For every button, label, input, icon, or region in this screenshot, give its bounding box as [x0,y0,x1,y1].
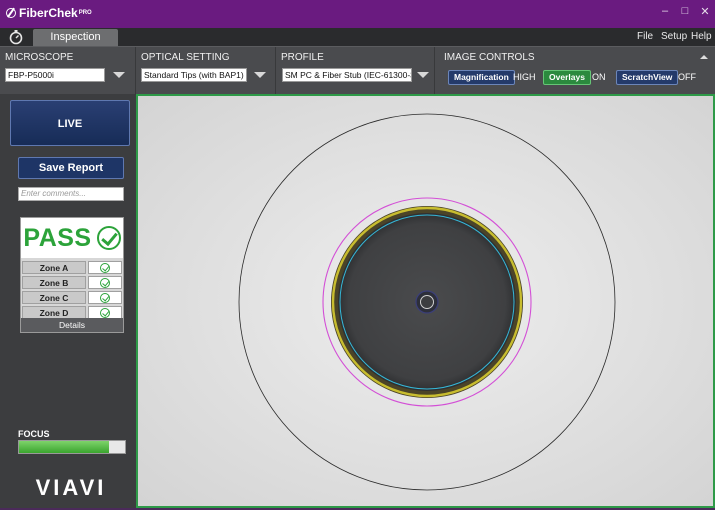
fiber-image-viewer[interactable] [136,94,715,508]
zone-status [88,276,122,289]
app-name: FiberChek [19,6,78,20]
fiber-endface-image [138,96,713,506]
menu-setup[interactable]: Setup [661,31,687,42]
scratchview-state: OFF [678,72,696,82]
check-circle-icon [100,278,110,288]
title-bar: FiberChek PRO – □ ✕ [0,0,715,28]
viavi-logo: VIAVI [35,475,107,500]
pass-result: PASS [21,218,123,258]
tab-bar: Inspection File Setup Help [0,28,715,46]
check-circle-icon [96,226,121,250]
tab-inspection[interactable]: Inspection [33,29,118,46]
image-controls-section: IMAGE CONTROLS Magnification HIGH Overla… [435,47,715,95]
details-button[interactable]: Details [21,318,123,332]
app-superscript: PRO [78,10,92,16]
pass-label: PASS [23,223,92,252]
microscope-title: MICROSCOPE [5,52,74,63]
check-circle-icon [100,293,110,303]
comments-field[interactable]: Enter comments... [18,187,124,201]
settings-bar: MICROSCOPE FBP-P5000i OPTICAL SETTING St… [0,46,715,95]
zone-label: Zone A [22,261,86,274]
optical-title: OPTICAL SETTING [141,52,230,63]
optical-select[interactable]: Standard Tips (with BAP1) [141,68,247,82]
left-panel: LIVE Save Report Enter comments... PASS … [8,97,132,507]
chevron-down-icon[interactable] [254,72,266,78]
fiber-core [420,295,434,309]
zone-status [88,261,122,274]
live-button[interactable]: LIVE [10,100,130,146]
focus-meter [18,440,126,454]
optical-section: OPTICAL SETTING Standard Tips (with BAP1… [136,47,276,95]
profile-title: PROFILE [281,52,324,63]
save-report-button[interactable]: Save Report [18,157,124,179]
focus-meter-fill [19,441,109,453]
maximize-button[interactable]: □ [677,5,693,17]
magnification-state: HIGH [513,72,536,82]
zone-row-c: Zone C [21,290,123,305]
zone-row-b: Zone B [21,275,123,290]
menu-file[interactable]: File [637,31,653,42]
chevron-down-icon[interactable] [113,72,125,78]
microscope-select[interactable]: FBP-P5000i [5,68,105,82]
menu-help[interactable]: Help [691,31,712,42]
scratchview-button[interactable]: ScratchView [616,70,679,85]
minimize-button[interactable]: – [657,5,673,17]
overlays-button[interactable]: Overlays [543,70,591,85]
magnification-button[interactable]: Magnification [448,70,515,85]
microscope-section: MICROSCOPE FBP-P5000i [0,47,136,95]
fiberchek-logo-icon [6,8,16,18]
close-button[interactable]: ✕ [697,5,713,18]
app-brand: FiberChek PRO [6,6,92,20]
profile-section: PROFILE SM PC & Fiber Stub (IEC-61300-3 [276,47,435,95]
zone-label: Zone C [22,291,86,304]
zone-row-a: Zone A [21,260,123,275]
chevron-down-icon[interactable] [417,72,429,78]
collapse-caret-icon[interactable] [700,55,708,59]
zone-label: Zone B [22,276,86,289]
stopwatch-icon[interactable] [8,29,24,45]
overlays-state: ON [592,72,606,82]
check-circle-icon [100,263,110,273]
image-controls-title: IMAGE CONTROLS [444,52,535,63]
results-panel: PASS Zone A Zone B Zone C Zone D Details [20,217,124,333]
focus-label: FOCUS [18,429,50,439]
profile-select[interactable]: SM PC & Fiber Stub (IEC-61300-3 [282,68,412,82]
zone-status [88,291,122,304]
check-circle-icon [100,308,110,318]
